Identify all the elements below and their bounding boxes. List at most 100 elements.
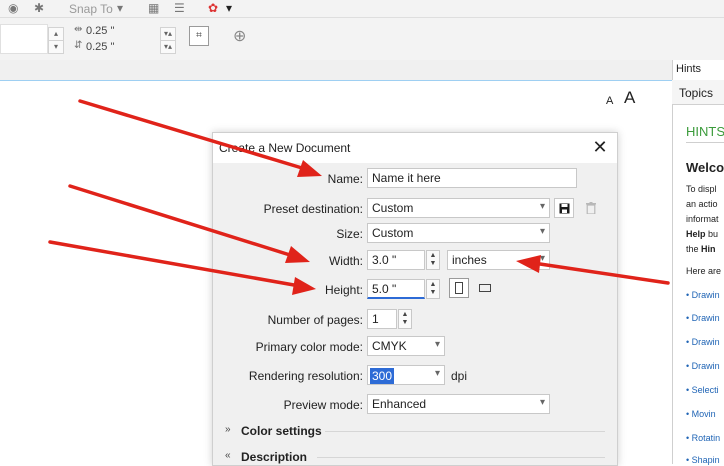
section-divider	[317, 457, 605, 458]
preset-destination-value: Custom	[372, 201, 414, 215]
launch-icon[interactable]: ✿	[208, 1, 218, 15]
preset-destination-label: Preset destination:	[263, 202, 363, 216]
snap-to-label[interactable]: Snap To	[69, 2, 113, 16]
dialog-title: Create a New Document	[219, 141, 351, 155]
chevron-down-icon: ▾	[434, 368, 440, 379]
alignment-guides-icon[interactable]: ☰	[174, 1, 185, 15]
units-value: inches	[452, 253, 487, 267]
rendering-resolution-label: Rendering resolution:	[248, 369, 363, 383]
spin-up-icon[interactable]: ▲	[402, 311, 409, 319]
hints-help-line: Help bu	[686, 229, 718, 239]
hints-hint-prefix: the	[686, 244, 702, 254]
chevron-down-icon: ▾	[539, 253, 545, 264]
description-header[interactable]: Description	[241, 450, 307, 464]
snap-objects-icon[interactable]: ✱	[34, 1, 44, 15]
resolution-unit-label: dpi	[451, 369, 468, 383]
preview-mode-label: Preview mode:	[283, 398, 363, 412]
chevron-down-icon: ▾	[434, 339, 440, 350]
preset-destination-select[interactable]: Custom ▾	[367, 198, 550, 218]
hints-link[interactable]: • Drawin	[686, 337, 720, 347]
preview-mode-value: Enhanced	[372, 397, 427, 411]
portrait-icon	[455, 282, 463, 294]
resolution-value: 300	[370, 368, 395, 384]
height-label: Height:	[324, 283, 363, 297]
hints-divider	[686, 142, 724, 143]
units-select[interactable]: inches ▾	[447, 250, 550, 270]
spin-down-icon[interactable]: ▾▴	[160, 40, 176, 54]
font-size-large-icon[interactable]: A	[624, 88, 635, 108]
spin-down-icon[interactable]: ▼	[430, 260, 437, 268]
hints-docker	[672, 60, 724, 464]
hints-body-line: informat	[686, 214, 719, 224]
document-tab-strip	[0, 60, 672, 81]
hints-here-line: Here are	[686, 266, 722, 276]
chevron-down-icon[interactable]: ▾	[117, 1, 123, 15]
chevron-down-icon: ▾	[539, 226, 545, 237]
primary-color-mode-label: Primary color mode:	[255, 340, 363, 354]
property-bar: ▴ ▾ ⇹ 0.25 " ⇵ 0.25 " ▾▴ ▾▴ ⌗ ⊕	[0, 18, 724, 60]
hints-heading: HINTS	[686, 124, 724, 139]
spin-down-icon[interactable]: ▾	[48, 40, 64, 54]
launch-chevron-icon[interactable]: ▾	[226, 1, 232, 15]
hints-link[interactable]: • Selecti	[686, 385, 719, 395]
hints-panel-title: Hints	[676, 63, 702, 75]
chevron-down-icon: ▾	[539, 201, 545, 212]
color-mode-select[interactable]: CMYK ▾	[367, 336, 445, 356]
preview-mode-select[interactable]: Enhanced ▾	[367, 394, 550, 414]
width-spin-icon[interactable]: ▲ ▼	[426, 250, 440, 270]
chevron-collapse-icon[interactable]: «	[225, 450, 231, 461]
number-of-pages-input[interactable]: 1	[367, 309, 397, 329]
name-label: Name:	[327, 172, 363, 186]
height-spin-icon[interactable]: ▲ ▼	[426, 279, 440, 299]
hints-hint-bold: Hin	[701, 244, 716, 254]
font-size-small-icon[interactable]: A	[606, 95, 613, 107]
spin-up-icon[interactable]: ▴	[48, 27, 64, 41]
top-toolbar: ◉ ✱ Snap To ▾ ▦ ☰ ✿ ▾	[0, 0, 724, 18]
snap-grid-icon[interactable]: ◉	[8, 1, 18, 15]
color-settings-header[interactable]: Color settings	[241, 424, 322, 438]
height-input[interactable]: 5.0 "	[367, 279, 425, 299]
size-value: Custom	[372, 226, 414, 240]
chevron-expand-icon[interactable]: »	[225, 424, 231, 435]
tab-topics-label[interactable]: Topics	[679, 86, 713, 100]
hints-welcome: Welco	[686, 160, 724, 175]
spin-up-icon[interactable]: ▲	[430, 252, 437, 260]
color-mode-value: CMYK	[372, 339, 407, 353]
trash-icon	[586, 202, 596, 214]
hints-help-bold: Help	[686, 229, 706, 239]
hints-link[interactable]: • Movin	[686, 409, 716, 419]
number-of-pages-label: Number of pages:	[267, 313, 363, 327]
hints-link[interactable]: • Rotatin	[686, 433, 720, 443]
spin-down-icon[interactable]: ▼	[402, 319, 409, 327]
spin-up-icon[interactable]: ▾▴	[160, 27, 176, 41]
size-select[interactable]: Custom ▾	[367, 223, 550, 243]
nudge-x-field[interactable]: 0.25 "	[86, 25, 114, 37]
width-input[interactable]: 3.0 "	[367, 250, 425, 270]
create-document-dialog: Create a New Document ✕ Name: Name it he…	[212, 132, 618, 466]
hints-help-rest: bu	[705, 229, 719, 239]
delete-preset-button[interactable]	[581, 198, 601, 218]
plus-circle-icon[interactable]: ⊕	[233, 26, 246, 46]
pages-spin-icon[interactable]: ▲ ▼	[398, 309, 412, 329]
name-input[interactable]: Name it here	[367, 168, 577, 188]
portrait-orientation-button[interactable]	[449, 278, 469, 298]
size-label: Size:	[336, 227, 363, 241]
dynamic-guides-icon[interactable]: ▦	[148, 1, 159, 15]
save-preset-button[interactable]	[554, 198, 574, 218]
resolution-select[interactable]: 300 ▾	[367, 365, 445, 385]
hints-link[interactable]: • Drawin	[686, 290, 720, 300]
spin-up-icon[interactable]: ▲	[430, 281, 437, 289]
nudge-y-field[interactable]: 0.25 "	[86, 41, 114, 53]
transform-icon[interactable]: ⌗	[189, 26, 209, 46]
nudge-y-icon: ⇵	[74, 40, 83, 51]
close-icon[interactable]: ✕	[589, 136, 611, 158]
hints-body-line: To displ	[686, 184, 717, 194]
landscape-orientation-button[interactable]	[475, 278, 495, 298]
hints-hint-line: the Hin	[686, 244, 716, 254]
section-divider	[325, 431, 605, 432]
hints-link[interactable]: • Drawin	[686, 361, 720, 371]
hints-link[interactable]: • Drawin	[686, 313, 720, 323]
property-field[interactable]	[0, 24, 48, 54]
spin-down-icon[interactable]: ▼	[430, 289, 437, 297]
width-label: Width:	[328, 254, 363, 268]
